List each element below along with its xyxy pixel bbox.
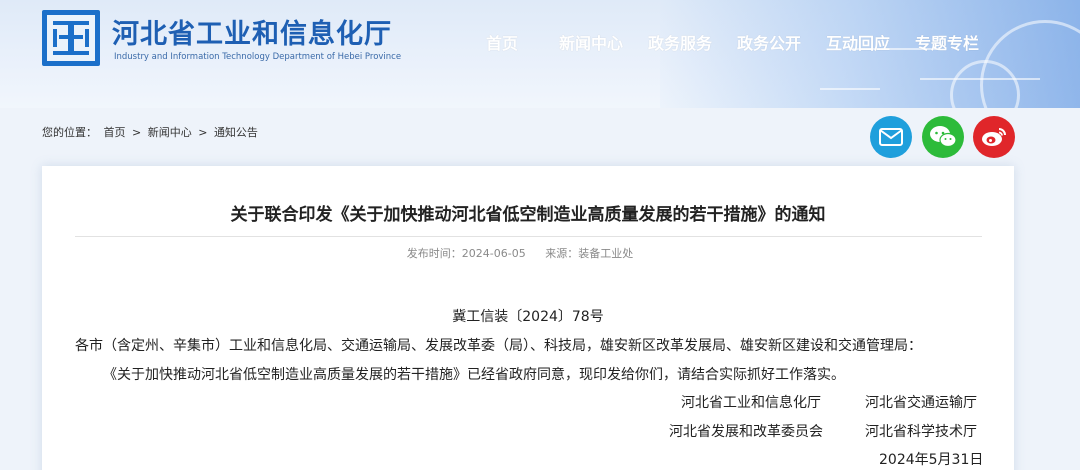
document-number: 冀工信装〔2024〕78号	[452, 309, 604, 325]
publish-date-value: 2024-06-05	[461, 247, 526, 260]
publish-label: 发布时间：	[406, 247, 462, 260]
breadcrumb-news[interactable]: 新闻中心	[148, 126, 192, 139]
breadcrumb-home[interactable]: 首页	[104, 126, 126, 139]
nav-topics[interactable]: 专题专栏	[915, 30, 979, 54]
breadcrumb-notices[interactable]: 通知公告	[214, 126, 258, 139]
article-title: 关于联合印发《关于加快推动河北省低空制造业高质量发展的若干措施》的通知	[230, 205, 826, 225]
publish-date: 发布时间：2024-06-05	[407, 247, 526, 260]
share-weibo-button[interactable]	[973, 116, 1015, 158]
nav-disclosure[interactable]: 政务公开	[737, 30, 801, 54]
nav-services[interactable]: 政务服务	[648, 30, 712, 54]
signatory: 河北省工业和信息化厅	[681, 395, 821, 411]
issue-date: 2024年5月31日	[879, 452, 984, 468]
nav-home[interactable]: 首页	[486, 30, 518, 54]
signatory: 河北省科学技术厅	[865, 424, 977, 440]
article-source: 来源：装备工业处	[545, 247, 633, 260]
main-nav: 首页 新闻中心 政务服务 政务公开 互动回应 专题专栏	[0, 30, 1080, 54]
decor-line	[920, 78, 1040, 80]
nav-interaction[interactable]: 互动回应	[826, 30, 890, 54]
article-meta: 发布时间：2024-06-05 来源：装备工业处	[0, 245, 1040, 261]
share-email-button[interactable]	[870, 116, 912, 158]
recipients-text: 各市（含定州、辛集市）工业和信息化局、交通运输局、发展改革委（局）、科技局，雄安…	[75, 338, 922, 354]
nav-news[interactable]: 新闻中心	[559, 30, 623, 54]
signatory: 河北省交通运输厅	[865, 395, 977, 411]
breadcrumb-separator: >	[198, 126, 208, 139]
breadcrumb-prefix: 您的位置：	[42, 126, 97, 139]
body-text: 《关于加快推动河北省低空制造业高质量发展的若干措施》已经省政府同意，现印发给你们…	[103, 367, 845, 383]
title-divider	[75, 236, 982, 237]
source-value: 装备工业处	[578, 247, 634, 260]
email-icon	[879, 128, 903, 146]
share-wechat-button[interactable]	[922, 116, 964, 158]
weibo-icon	[982, 128, 1006, 146]
wechat-icon	[930, 126, 957, 148]
site-header: 河北省工业和信息化厅 Industry and Information Tech…	[0, 0, 1080, 108]
breadcrumb-separator: >	[132, 126, 142, 139]
decor-line	[820, 88, 880, 90]
breadcrumb: 您的位置： 首页 > 新闻中心 > 通知公告	[42, 124, 261, 140]
signatory: 河北省发展和改革委员会	[669, 424, 823, 440]
site-subtitle: Industry and Information Technology Depa…	[114, 52, 402, 62]
source-label: 来源：	[545, 247, 579, 260]
